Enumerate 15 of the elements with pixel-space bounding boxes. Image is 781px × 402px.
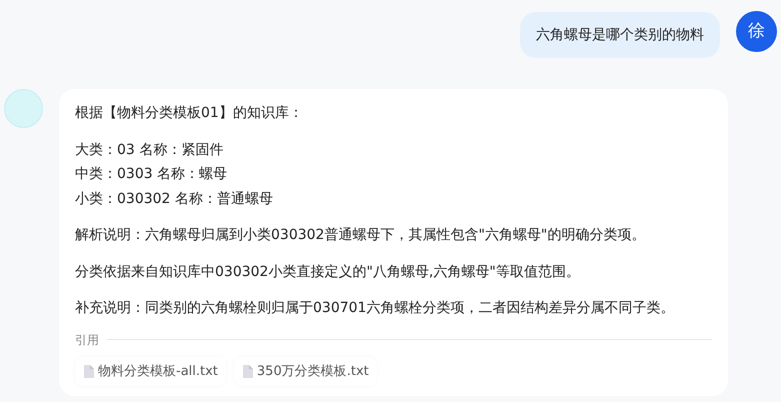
answer-text: 解析说明：六角螺母归属到小类030302普通螺母下，其属性包含"六角螺母"的明确分类项。 (75, 226, 646, 245)
answer-text: 中类：0303 名称：螺母 (75, 165, 228, 184)
answer-text: 补充说明：同类别的六角螺栓则归属于030701六角螺栓分类项，二者因结构差异分属不同子类。 (75, 299, 676, 318)
user-message: 六角螺母是哪个类别的物料 (520, 12, 720, 58)
citations-label: 引用 (75, 332, 99, 348)
citation-file[interactable]: 物料分类模板-all.txt (75, 356, 226, 386)
answer-text: 根据【物料分类模板01】的知识库： (75, 104, 304, 123)
answer-text: 小类：030302 名称：普通螺母 (75, 190, 274, 208)
answer-text: 大类：03 名称：紧固件 (75, 140, 224, 160)
answer-text: 分类依据来自知识库中030302小类直接定义的"八角螺母,六角螺母"等取值范围。 (75, 262, 581, 282)
assistant-avatar (4, 89, 43, 128)
file-icon (83, 364, 94, 378)
user-avatar: 徐 (736, 11, 777, 52)
file-icon (242, 364, 253, 378)
citation-file[interactable]: 350万分类模板.txt (234, 356, 377, 386)
